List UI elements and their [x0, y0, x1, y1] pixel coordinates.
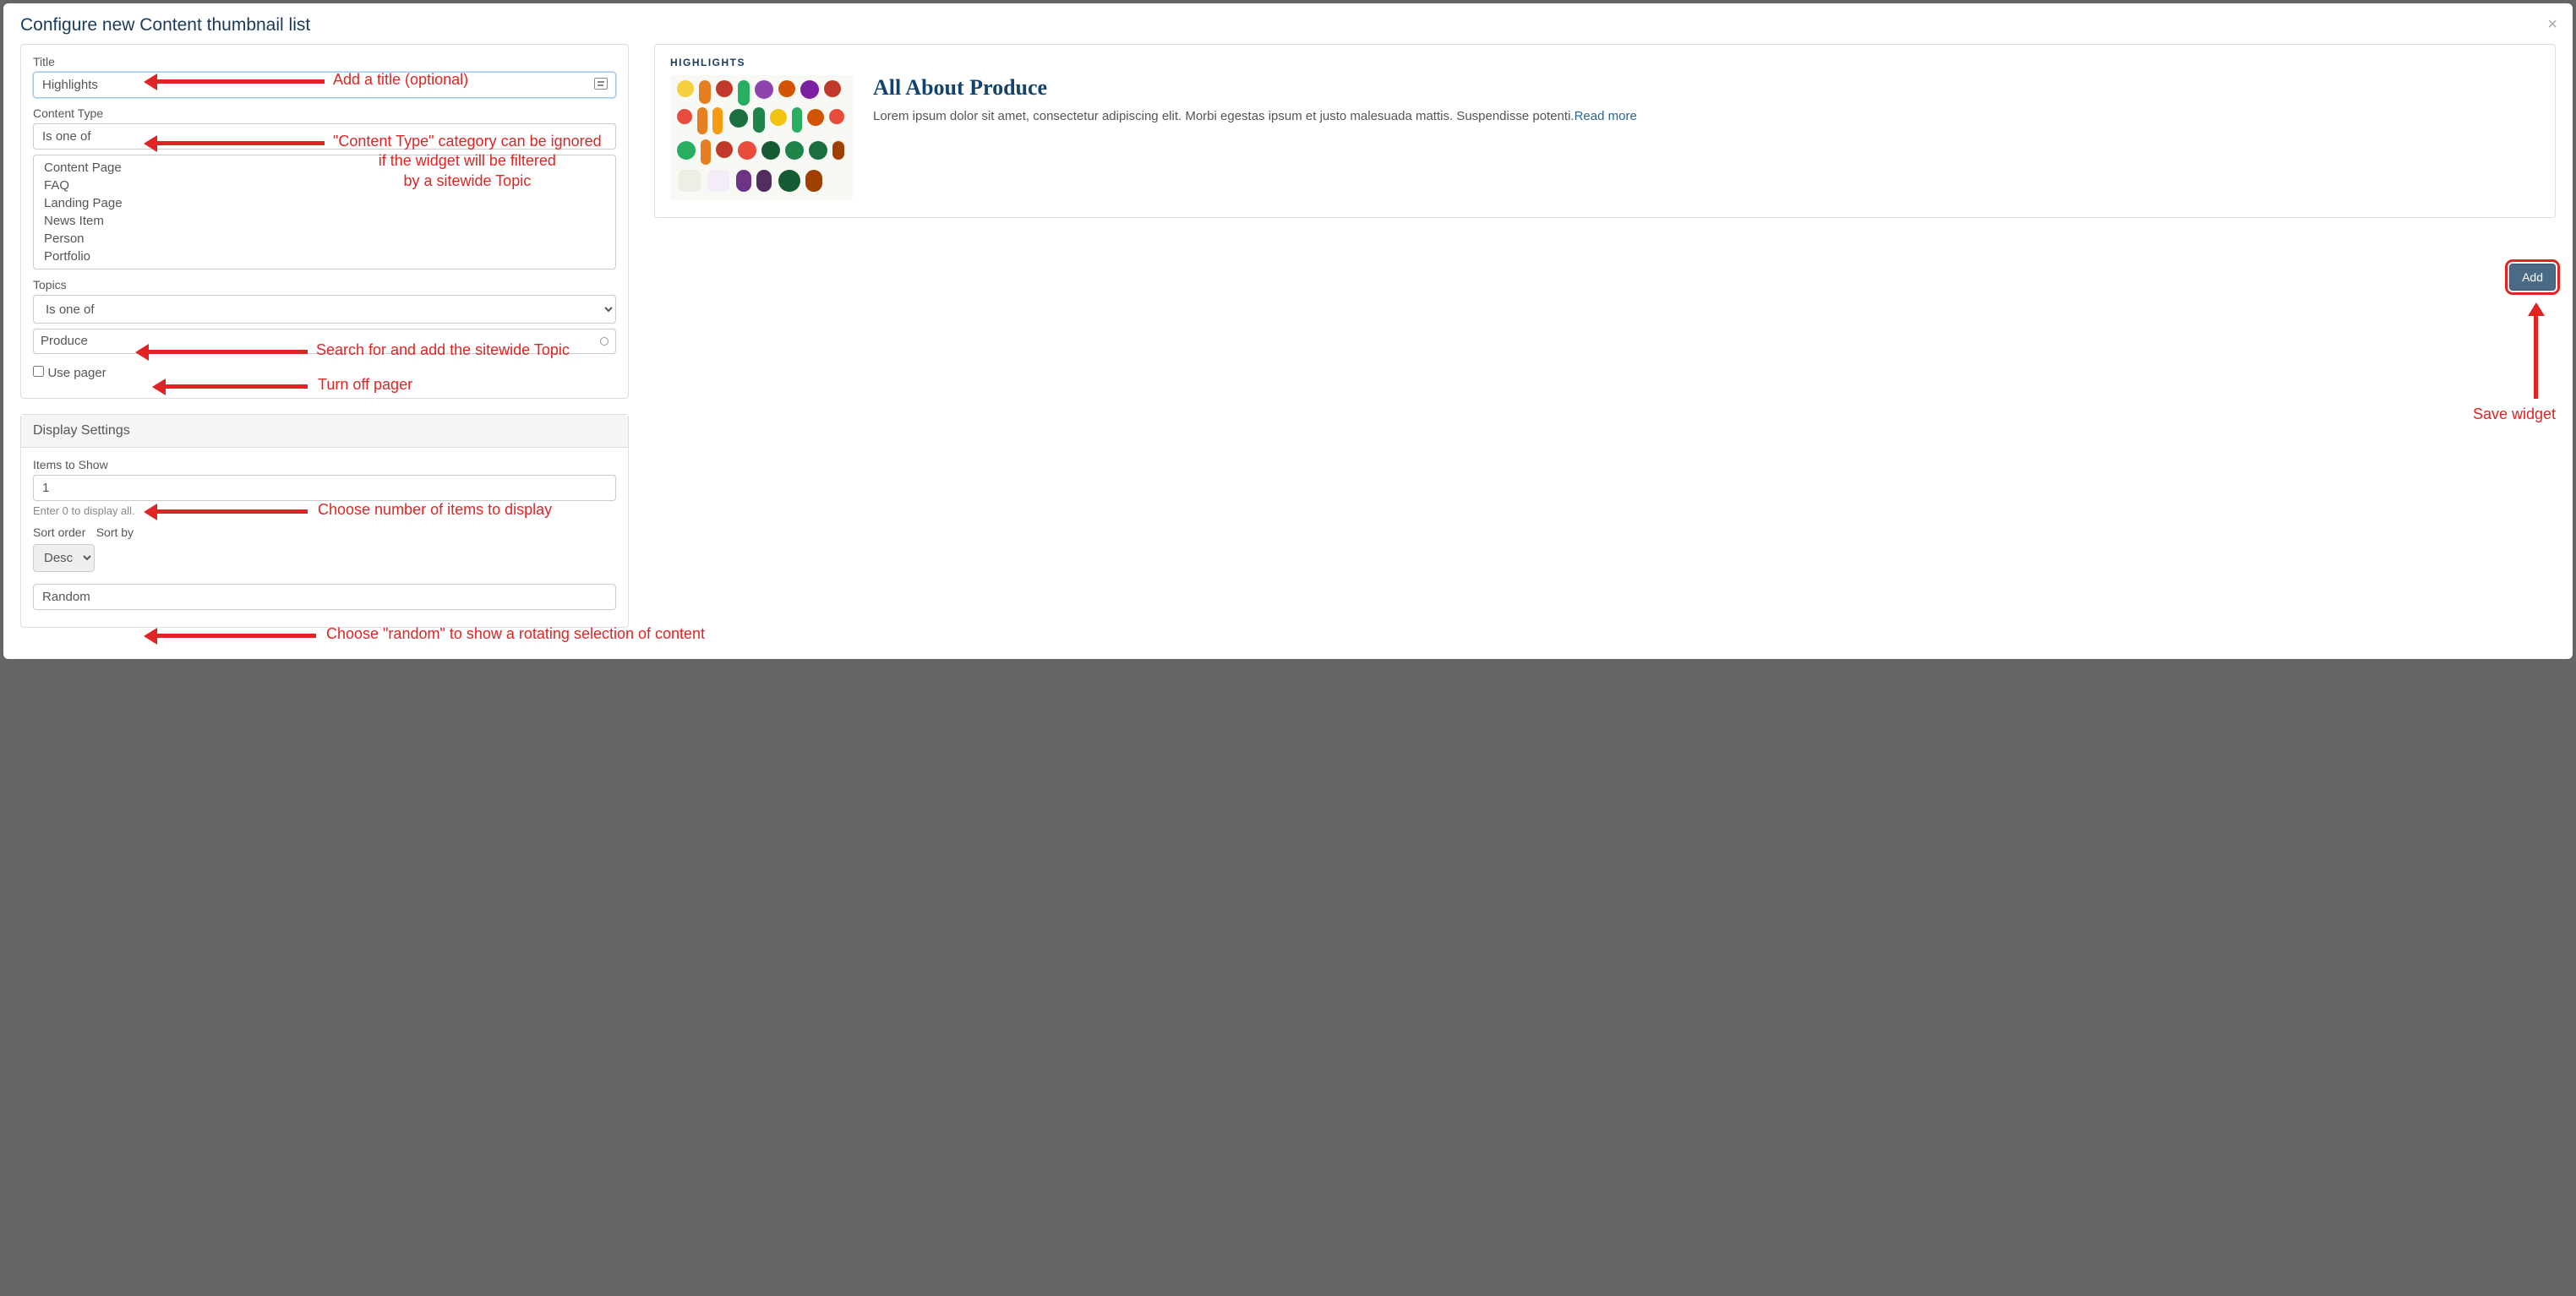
content-type-listbox[interactable]: Content Page FAQ Landing Page News Item … [33, 155, 616, 270]
list-item[interactable]: Landing Page [34, 194, 615, 212]
modal-header: Configure new Content thumbnail list × [3, 3, 2573, 44]
title-input[interactable] [33, 72, 616, 98]
list-item[interactable]: Content Page [34, 159, 615, 177]
annotation-random: Choose "random" to show a rotating selec… [326, 625, 705, 643]
topics-label: Topics [33, 278, 616, 291]
list-item[interactable]: News Item [34, 212, 615, 230]
title-label: Title [33, 55, 616, 68]
content-type-label: Content Type [33, 106, 616, 120]
use-pager-checkbox[interactable] [33, 366, 44, 377]
translate-icon[interactable] [594, 78, 608, 90]
preview-eyebrow: HIGHLIGHTS [670, 57, 2540, 68]
filter-panel: Title Content Type Content Page FAQ Land… [20, 44, 629, 399]
modal-title: Configure new Content thumbnail list [20, 15, 2556, 35]
add-button[interactable]: Add [2509, 264, 2556, 291]
display-settings-panel: Display Settings Items to Show Enter 0 t… [20, 414, 629, 628]
read-more-link[interactable]: Read more [1575, 109, 1637, 123]
modal-body: Title Content Type Content Page FAQ Land… [3, 44, 2573, 656]
use-pager-label: Use pager [47, 366, 106, 380]
preview-description: Lorem ipsum dolor sit amet, consectetur … [873, 107, 2540, 126]
close-icon[interactable]: × [2547, 15, 2557, 35]
preview-title: All About Produce [873, 75, 2540, 101]
sort-order-select[interactable]: Desc [33, 544, 95, 572]
topic-tag: Produce [41, 334, 88, 348]
list-item[interactable]: FAQ [34, 177, 615, 194]
sort-by-label: Sort by [96, 525, 134, 539]
items-to-show-label: Items to Show [33, 458, 616, 471]
items-to-show-input[interactable] [33, 475, 616, 501]
display-settings-heading: Display Settings [21, 415, 628, 448]
loading-icon [600, 337, 609, 346]
preview-card: HIGHLIGHTS [654, 44, 2556, 218]
topics-tag-input[interactable]: Produce [33, 329, 616, 354]
form-column: Title Content Type Content Page FAQ Land… [20, 44, 629, 647]
sort-order-label: Sort order [33, 525, 85, 539]
items-help-text: Enter 0 to display all. [33, 504, 616, 517]
topics-operator-select[interactable]: Is one of [33, 295, 616, 324]
list-item[interactable]: Portfolio [34, 248, 615, 265]
list-item[interactable]: Person [34, 230, 615, 248]
sort-by-input[interactable] [33, 584, 616, 610]
preview-column: HIGHLIGHTS [654, 44, 2556, 647]
content-type-operator[interactable] [33, 123, 616, 150]
annotation-save: Save widget [2473, 406, 2556, 423]
modal-dialog: Configure new Content thumbnail list × T… [3, 3, 2573, 659]
preview-thumbnail [670, 75, 853, 200]
